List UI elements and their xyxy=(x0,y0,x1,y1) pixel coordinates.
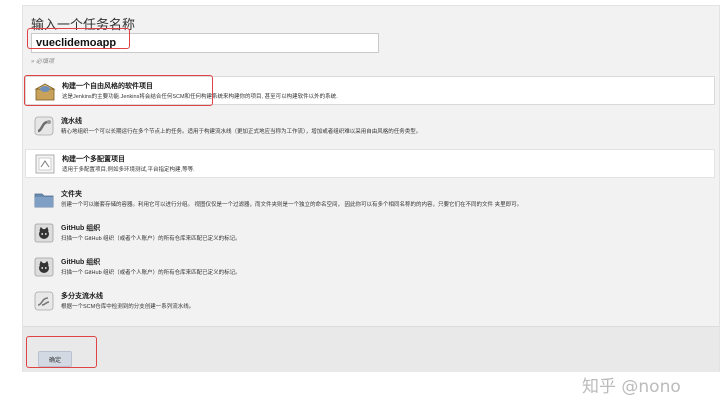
required-hint: » 必填项 xyxy=(31,59,55,65)
item-desc: 创建一个可以嵌套存储的容器。利用它可以进行分组。 视图仅仅是一个过滤器，而文件夹… xyxy=(61,202,523,208)
item-type-pipeline[interactable]: 流水线 精心地组织一个可以长期运行在多个节点上的任务。适用于构建流水线（更加正式… xyxy=(25,112,715,141)
multi-config-icon xyxy=(35,154,55,174)
item-name-input[interactable] xyxy=(31,33,379,53)
multibranch-icon xyxy=(34,291,54,311)
item-title: 文件夹 xyxy=(61,191,82,198)
item-desc: 适用于多配置项目,例如多环境测试,平台指定构建,等等. xyxy=(62,167,195,173)
item-type-freestyle[interactable]: 构建一个自由风格的软件项目 这是Jenkins的主要功能.Jenkins将会结合… xyxy=(25,76,715,105)
item-desc: 扫描一个 GitHub 组织（或者个人账户）的所有仓库来匹配已定义的标记。 xyxy=(61,270,241,276)
watermark: 知乎 @nono xyxy=(582,377,681,397)
new-item-panel: 输入一个任务名称 » 必填项 构建一个自由风格的软件项目 这是Jenkins的主… xyxy=(22,5,720,372)
item-desc: 根据一个SCM仓库中检测到的分支创建一系列流水线。 xyxy=(61,304,195,310)
item-title: GitHub 组织 xyxy=(61,225,101,232)
item-desc: 精心地组织一个可以长期运行在多个节点上的任务。适用于构建流水线（更加正式地应当称… xyxy=(61,129,422,135)
item-type-folder[interactable]: 文件夹 创建一个可以嵌套存储的容器。利用它可以进行分组。 视图仅仅是一个过滤器，… xyxy=(25,185,715,214)
item-title: 流水线 xyxy=(61,118,82,125)
folder-icon xyxy=(34,193,54,208)
item-type-github-org[interactable]: GitHub 组织 扫描一个 GitHub 组织（或者个人账户）的所有仓库来匹配… xyxy=(25,253,715,282)
item-title: 多分支流水线 xyxy=(61,293,103,300)
item-title: 构建一个多配置项目 xyxy=(62,156,125,163)
name-section: 输入一个任务名称 » 必填项 xyxy=(23,6,719,74)
item-desc: 扫描一个 GitHub 组织（或者个人账户）的所有仓库来匹配已定义的标记。 xyxy=(61,236,241,242)
page-title: 输入一个任务名称 xyxy=(31,17,136,32)
item-type-multibranch[interactable]: 多分支流水线 根据一个SCM仓库中检测到的分支创建一系列流水线。 xyxy=(25,287,715,316)
ok-button[interactable]: 确定 xyxy=(38,351,72,367)
footer-bar: 确定 xyxy=(23,326,719,372)
pipeline-icon xyxy=(34,116,54,136)
github-org-icon xyxy=(34,223,54,243)
item-title: GitHub 组织 xyxy=(61,259,101,266)
item-desc: 这是Jenkins的主要功能.Jenkins将会结合任何SCM和任何构建系统来构… xyxy=(62,94,338,100)
freestyle-box-icon xyxy=(34,83,56,101)
github-org-icon xyxy=(34,257,54,277)
item-type-multi-config[interactable]: 构建一个多配置项目 适用于多配置项目,例如多环境测试,平台指定构建,等等. xyxy=(25,149,715,178)
item-title: 构建一个自由风格的软件项目 xyxy=(62,83,153,90)
item-type-github-org[interactable]: GitHub 组织 扫描一个 GitHub 组织（或者个人账户）的所有仓库来匹配… xyxy=(25,219,715,248)
